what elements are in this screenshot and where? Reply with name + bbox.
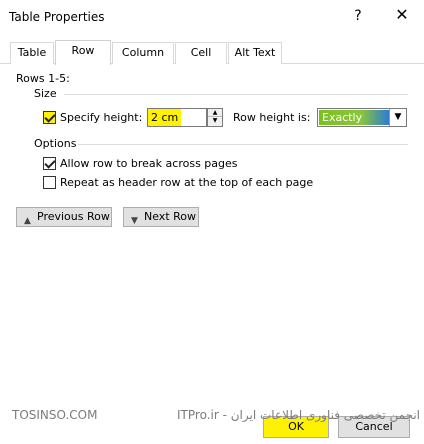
specify-height-checkbox[interactable] [43, 111, 56, 124]
previous-row-label: Previous Row [37, 210, 110, 223]
size-group-divider [64, 94, 408, 95]
watermark-left: TOSINSO.COM [12, 408, 98, 422]
repeat-header-label: Repeat as header row at the top of each … [60, 176, 314, 189]
height-value: 2 cm [148, 109, 182, 126]
next-row-button[interactable]: ▼ Next Row [123, 207, 199, 227]
size-group-label: Size [34, 87, 57, 100]
allow-break-checkbox[interactable] [43, 157, 56, 170]
stepper-up-icon[interactable]: ▲ [208, 109, 222, 117]
previous-row-button[interactable]: ▲ Previous Row [16, 207, 112, 227]
height-input[interactable]: 2 cm [147, 108, 207, 127]
tab-table-label: Table [17, 46, 47, 59]
close-icon[interactable]: ✕ [392, 4, 412, 26]
repeat-header-checkbox[interactable] [43, 176, 56, 189]
next-row-label: Next Row [144, 210, 196, 223]
allow-break-label: Allow row to break across pages [60, 157, 238, 170]
tab-table[interactable]: Table [10, 42, 54, 64]
options-group-divider [78, 144, 408, 145]
watermark-right: انجمن تخصصی فناوری اطلاعات ایران - ITPro… [177, 408, 420, 422]
tab-row[interactable]: Row [55, 40, 111, 65]
tab-cell[interactable]: Cell [175, 42, 227, 64]
tab-column[interactable]: Column [112, 42, 174, 64]
tab-cell-label: Cell [190, 46, 212, 59]
specify-height-label: Specify height: [60, 111, 143, 124]
tab-column-label: Column [121, 46, 165, 59]
triangle-up-icon: ▲ [24, 216, 31, 226]
row-height-is-value: Exactly [319, 110, 389, 125]
tab-alt-text-label: Alt Text [234, 46, 276, 59]
row-height-is-label: Row height is: [233, 111, 311, 124]
tab-strip: Table Row Column Cell Alt Text [0, 40, 424, 65]
window-title: Table Properties [9, 10, 105, 24]
rows-range-label: Rows 1-5: [16, 72, 70, 85]
options-group-label: Options [34, 137, 77, 150]
row-height-is-select[interactable]: Exactly ▼ [317, 108, 407, 127]
title-bar: Table Properties ? ✕ [0, 0, 424, 34]
tab-alt-text[interactable]: Alt Text [228, 42, 282, 64]
stepper-down-icon[interactable]: ▼ [208, 117, 222, 125]
tab-row-label: Row [71, 44, 95, 57]
help-icon[interactable]: ? [349, 6, 367, 26]
triangle-down-icon: ▼ [131, 216, 138, 226]
chevron-down-icon[interactable]: ▼ [389, 109, 406, 126]
height-stepper[interactable]: ▲ ▼ [207, 108, 223, 127]
